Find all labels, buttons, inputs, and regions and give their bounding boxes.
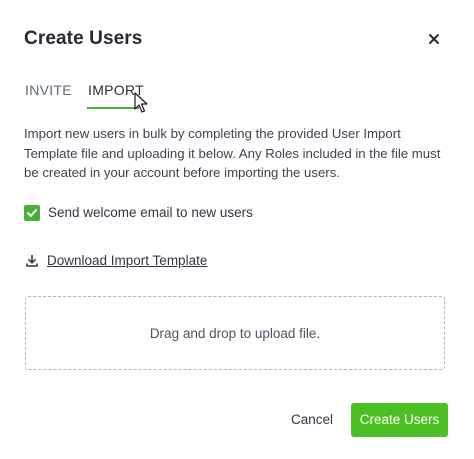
close-icon[interactable]: [424, 29, 444, 49]
cancel-button[interactable]: Cancel: [282, 403, 342, 437]
welcome-email-checkbox[interactable]: [24, 205, 40, 221]
file-dropzone[interactable]: Drag and drop to upload file.: [25, 296, 445, 370]
import-description: Import new users in bulk by completing t…: [24, 126, 441, 180]
download-template-label[interactable]: Download Import Template: [47, 253, 207, 268]
download-icon: [25, 254, 39, 273]
dropzone-label: Drag and drop to upload file.: [149, 326, 321, 341]
active-tab-indicator: [87, 107, 139, 109]
welcome-email-label[interactable]: Send welcome email to new users: [48, 205, 253, 220]
checkmark-icon: [27, 209, 37, 217]
create-users-dialog: Create Users INVITE IMPORT Import new us…: [0, 0, 474, 459]
tab-invite[interactable]: INVITE: [25, 82, 72, 98]
mouse-cursor-icon: [134, 92, 150, 114]
create-users-button[interactable]: Create Users: [351, 403, 448, 437]
dialog-title: Create Users: [24, 28, 143, 49]
